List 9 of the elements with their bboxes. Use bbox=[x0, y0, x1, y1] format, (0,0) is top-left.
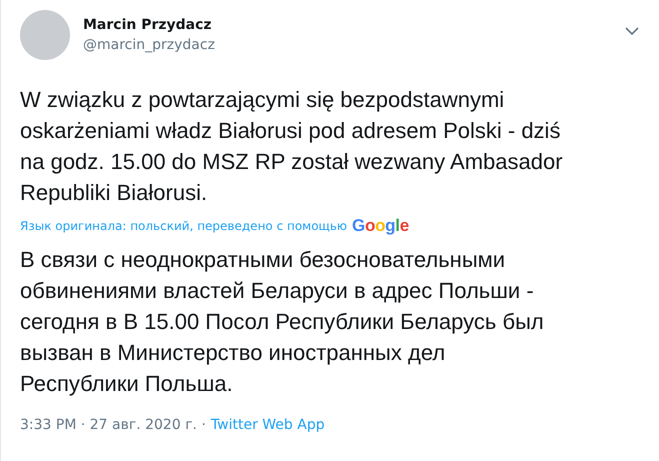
timestamp[interactable]: 3:33 PM · 27 авг. 2020 г. · bbox=[20, 417, 206, 433]
google-logo[interactable]: Google bbox=[352, 216, 409, 236]
author-name[interactable]: Marcin Przydacz bbox=[83, 16, 215, 35]
author-handle[interactable]: @marcin_przydacz bbox=[83, 35, 215, 56]
tweet-text: W związku z powtarzającymi się bezpodstawnymi oskarżeniami władz Białorusi pod adresem Polski - dziś na godz. 15.00 do MSZ RP został wezwany Ambasador Republiki Białorusi. bbox=[20, 86, 564, 207]
translated-text: В связи с неоднократными безосновательными обвинениями властей Беларуси в адрес Польши - сегодня в В 15.00 Посол Республики Беларусь был вызван в Министерство иностранных дел Республики Польша. bbox=[20, 246, 545, 398]
chevron-down-icon[interactable] bbox=[625, 27, 639, 36]
translation-note: Язык оригинала: польский, переведено с помощью bbox=[20, 219, 348, 233]
source-link[interactable]: Twitter Web App bbox=[210, 417, 325, 433]
